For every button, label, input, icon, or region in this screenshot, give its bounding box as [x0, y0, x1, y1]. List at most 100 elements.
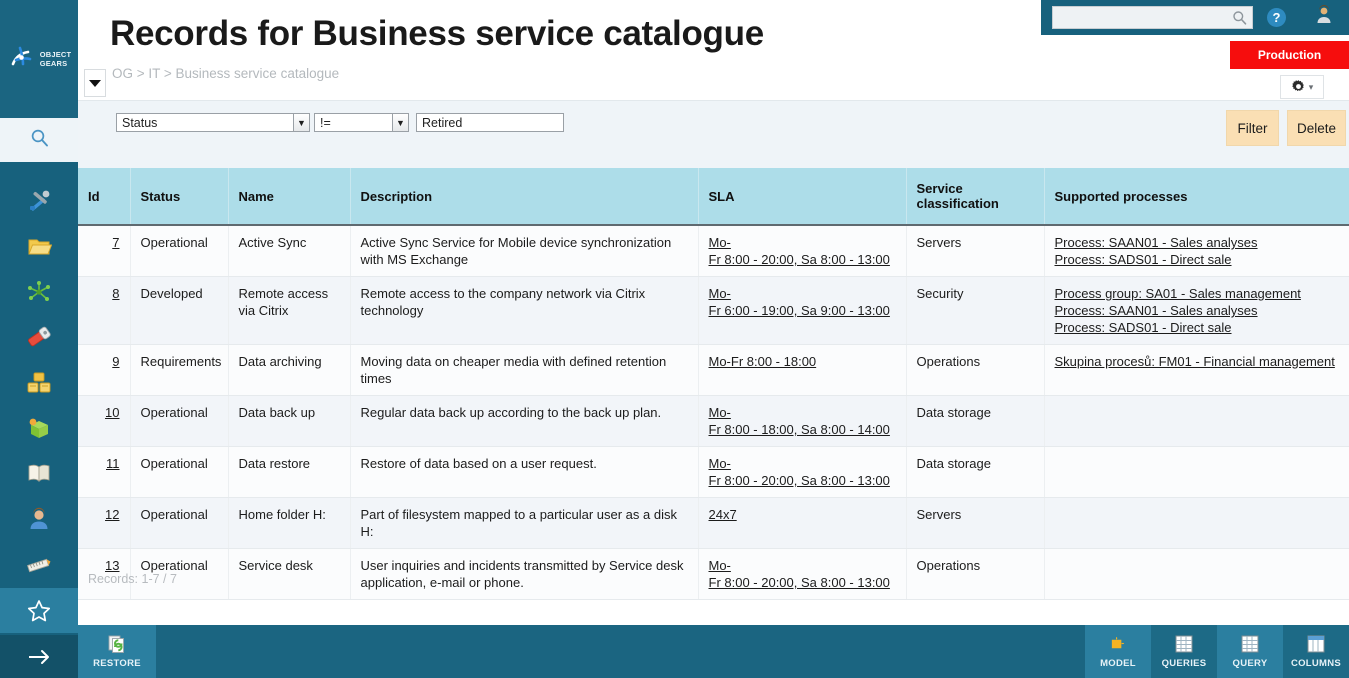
cell-classification: Security: [906, 276, 1045, 345]
cell-id: 12: [78, 497, 131, 549]
column-header-sla[interactable]: SLA: [698, 168, 907, 226]
sidebar-item-tools[interactable]: [0, 178, 78, 224]
process-link[interactable]: Skupina procesů: FM01 - Financial manage…: [1055, 353, 1340, 370]
sla-link[interactable]: Mo-: [709, 455, 896, 472]
table-row[interactable]: 7 Operational Active Sync Active Sync Servi…: [78, 225, 1349, 277]
delete-button[interactable]: Delete: [1287, 110, 1346, 146]
app-logo[interactable]: OBJECT GEARS: [0, 0, 78, 118]
filter-attribute-select[interactable]: Status ▼: [116, 113, 310, 132]
record-id-link[interactable]: 11: [106, 456, 120, 471]
process-link[interactable]: Process: SADS01 - Direct sale: [1055, 319, 1340, 336]
column-header-name[interactable]: Name: [228, 168, 351, 226]
table-row[interactable]: 11 Operational Data restore Restore of data…: [78, 446, 1349, 498]
filter-operator-select[interactable]: != ▼: [314, 113, 409, 132]
filter-button[interactable]: Filter: [1226, 110, 1279, 146]
sidebar-item-database[interactable]: [0, 360, 78, 406]
sla-link[interactable]: Mo-Fr 8:00 - 18:00: [709, 353, 896, 370]
sidebar-item-book[interactable]: [0, 451, 78, 497]
page-header: Records for Business service catalogue O…: [78, 0, 1349, 100]
query-icon: [1241, 635, 1259, 656]
cell-status: Operational: [130, 446, 229, 498]
breadcrumb[interactable]: OG > IT > Business service catalogue: [112, 66, 339, 81]
sla-link[interactable]: 24x7: [709, 506, 896, 523]
sla-link[interactable]: Mo-: [709, 404, 896, 421]
cell-name: Data restore: [228, 446, 351, 498]
process-link[interactable]: Process: SADS01 - Direct sale: [1055, 251, 1340, 268]
help-button[interactable]: ?: [1253, 0, 1300, 35]
restore-button[interactable]: RESTORE: [78, 625, 156, 678]
question-mark-icon: ?: [1267, 8, 1286, 27]
cell-processes: Process group: SA01 - Sales management Pr…: [1044, 276, 1349, 345]
sidebar-item-package[interactable]: [0, 406, 78, 452]
sla-link[interactable]: Mo-: [709, 285, 896, 302]
column-header-status[interactable]: Status: [130, 168, 229, 226]
bottom-action-query[interactable]: QUERY: [1217, 625, 1283, 678]
sla-link[interactable]: Fr 6:00 - 19:00, Sa 9:00 - 13:00: [709, 302, 896, 319]
column-header-description[interactable]: Description: [350, 168, 699, 226]
sidebar-item-folder[interactable]: [0, 224, 78, 270]
records-table-container: Id Status Name Description SLA Service c…: [78, 168, 1349, 600]
settings-button[interactable]: ▾: [1280, 75, 1324, 99]
breadcrumb-toggle-button[interactable]: [84, 69, 106, 97]
bottom-action-columns[interactable]: COLUMNS: [1283, 625, 1349, 678]
sla-link[interactable]: Fr 8:00 - 20:00, Sa 8:00 - 13:00: [709, 251, 896, 268]
sidebar-item-ruler[interactable]: [0, 542, 78, 588]
record-id-link[interactable]: 9: [112, 354, 119, 369]
cell-description: User inquiries and incidents transmitted…: [350, 548, 699, 600]
sla-link[interactable]: Mo-: [709, 557, 896, 574]
left-sidebar: OBJECT GEARS: [0, 0, 78, 678]
restore-label: RESTORE: [93, 658, 141, 669]
process-link[interactable]: Process: SAAN01 - Sales analyses: [1055, 234, 1340, 251]
logo-wordmark: OBJECT GEARS: [39, 50, 72, 68]
sidebar-icon-list: [0, 162, 78, 678]
bottom-action-model[interactable]: MODEL: [1085, 625, 1151, 678]
sidebar-item-favorites[interactable]: [0, 587, 78, 634]
bottom-action-label: MODEL: [1100, 658, 1136, 669]
table-row[interactable]: 8 Developed Remote access via Citrix Remote…: [78, 276, 1349, 345]
column-header-processes[interactable]: Supported processes: [1044, 168, 1349, 226]
record-id-link[interactable]: 8: [112, 286, 119, 301]
record-id-link[interactable]: 12: [105, 507, 119, 522]
cell-description: Regular data back up according to the ba…: [350, 395, 699, 447]
cell-processes: Skupina procesů: FM01 - Financial manage…: [1044, 344, 1349, 396]
cell-description: Moving data on cheaper media with define…: [350, 344, 699, 396]
cell-classification: Operations: [906, 344, 1045, 396]
record-id-link[interactable]: 13: [105, 558, 119, 573]
bottom-action-queries[interactable]: QUERIES: [1151, 625, 1217, 678]
cell-classification: Data storage: [906, 395, 1045, 447]
sidebar-item-network[interactable]: [0, 269, 78, 315]
sla-link[interactable]: Fr 8:00 - 20:00, Sa 8:00 - 13:00: [709, 472, 896, 489]
process-link[interactable]: Process group: SA01 - Sales management: [1055, 285, 1340, 302]
filter-value-input[interactable]: Retired: [416, 113, 564, 132]
cell-sla: Mo- Fr 8:00 - 20:00, Sa 8:00 - 13:00: [698, 225, 907, 277]
restore-icon: [107, 634, 127, 657]
columns-icon: [1307, 635, 1325, 656]
table-row[interactable]: 9 Requirements Data archiving Moving data o…: [78, 344, 1349, 396]
record-id-link[interactable]: 10: [105, 405, 119, 420]
sidebar-item-user[interactable]: [0, 497, 78, 543]
sla-link[interactable]: Fr 8:00 - 18:00, Sa 8:00 - 14:00: [709, 421, 896, 438]
process-link[interactable]: Process: SAAN01 - Sales analyses: [1055, 302, 1340, 319]
environment-badge[interactable]: Production: [1230, 41, 1349, 69]
sidebar-search-button[interactable]: [0, 118, 78, 162]
cell-id: 10: [78, 395, 131, 447]
table-row[interactable]: 13 Operational Service desk User inquiries …: [78, 548, 1349, 600]
global-search-input[interactable]: [1052, 6, 1253, 29]
user-account-button[interactable]: [1300, 0, 1347, 35]
sidebar-item-tag[interactable]: [0, 315, 78, 361]
sla-link[interactable]: Fr 8:00 - 20:00, Sa 8:00 - 13:00: [709, 574, 896, 591]
cell-classification: Servers: [906, 225, 1045, 277]
filter-attribute-value: Status: [122, 115, 158, 130]
column-header-id[interactable]: Id: [78, 168, 131, 226]
cell-id: 9: [78, 344, 131, 396]
sla-link[interactable]: Mo-: [709, 234, 896, 251]
record-id-link[interactable]: 7: [112, 235, 119, 250]
column-header-classification[interactable]: Service classification: [906, 168, 1045, 226]
chevron-down-icon: ▼: [392, 114, 408, 131]
cell-processes: [1044, 446, 1349, 498]
table-row[interactable]: 10 Operational Data back up Regular data ba…: [78, 395, 1349, 447]
sidebar-expand-button[interactable]: [0, 635, 78, 678]
cell-description: Active Sync Service for Mobile device sy…: [350, 225, 699, 277]
cell-sla: Mo- Fr 6:00 - 19:00, Sa 9:00 - 13:00: [698, 276, 907, 345]
table-row[interactable]: 12 Operational Home folder H: Part of files…: [78, 497, 1349, 549]
